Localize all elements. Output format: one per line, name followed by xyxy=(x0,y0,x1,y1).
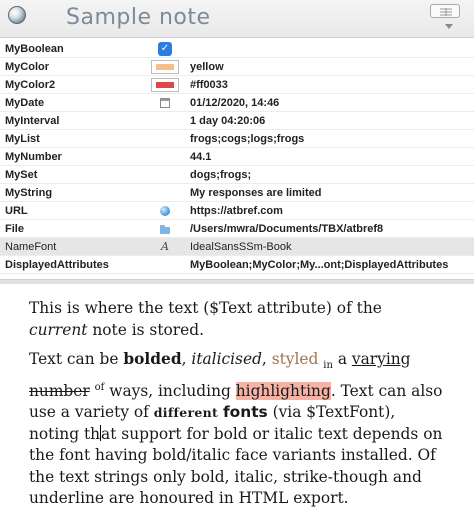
attribute-row[interactable]: MyNumber 44.1 xyxy=(0,148,474,166)
attribute-name: MyColor2 xyxy=(5,79,56,91)
attribute-value[interactable]: https://atbref.com xyxy=(190,205,283,217)
attribute-row[interactable]: MyColor yellow xyxy=(0,58,474,76)
pane-splitter[interactable] xyxy=(0,279,474,284)
chevron-down-icon[interactable] xyxy=(445,24,453,29)
attribute-value[interactable]: 01/12/2020, 14:46 xyxy=(190,97,279,109)
note-text-editor[interactable]: This is where the text ($Text attribute)… xyxy=(29,298,444,513)
attribute-value[interactable]: dogs;frogs; xyxy=(190,169,251,181)
attribute-name: MyList xyxy=(5,133,40,145)
attribute-row[interactable]: URL https://atbref.com xyxy=(0,202,474,220)
globe-icon[interactable] xyxy=(158,204,172,218)
attribute-name: DisplayedAttributes xyxy=(5,259,109,271)
attribute-row[interactable]: MyBoolean ✓ xyxy=(0,40,474,58)
calendar-icon[interactable] xyxy=(158,96,172,110)
attribute-value[interactable]: #ff0033 xyxy=(190,79,228,91)
text-paragraph: Text can be bolded, italicised, styled i… xyxy=(29,350,443,508)
menu-grid-icon xyxy=(440,8,452,16)
attribute-row[interactable]: MyColor2 #ff0033 xyxy=(0,76,474,94)
attribute-value[interactable]: 44.1 xyxy=(190,151,211,163)
color-swatch-icon[interactable] xyxy=(151,60,179,74)
attribute-row[interactable]: MyInterval 1 day 04:20:06 xyxy=(0,112,474,130)
attribute-value[interactable]: 1 day 04:20:06 xyxy=(190,115,265,127)
attribute-row[interactable]: MyList frogs;cogs;logs;frogs xyxy=(0,130,474,148)
attribute-row[interactable]: MyString My responses are limited xyxy=(0,184,474,202)
note-icon[interactable] xyxy=(8,6,26,24)
attribute-value[interactable]: IdealSansSSm-Book xyxy=(190,241,292,253)
color-swatch-icon[interactable] xyxy=(151,78,179,92)
text-paragraph: This is where the text ($Text attribute)… xyxy=(29,299,382,339)
attribute-name: MyBoolean xyxy=(5,43,64,55)
attribute-value[interactable]: /Users/mwra/Documents/TBX/atbref8 xyxy=(190,223,383,235)
attribute-value[interactable]: My responses are limited xyxy=(190,187,321,199)
attribute-value[interactable]: frogs;cogs;logs;frogs xyxy=(190,133,304,145)
attribute-name: MyString xyxy=(5,187,53,199)
font-icon[interactable]: A xyxy=(158,240,172,254)
attribute-name: MyColor xyxy=(5,61,49,73)
note-title[interactable]: Sample note xyxy=(66,5,211,30)
attribute-row[interactable]: File /Users/mwra/Documents/TBX/atbref8 xyxy=(0,220,474,238)
attribute-row[interactable]: MySet dogs;frogs; xyxy=(0,166,474,184)
attribute-row[interactable]: DisplayedAttributes MyBoolean;MyColor;My… xyxy=(0,256,474,274)
attribute-name: MyNumber xyxy=(5,151,62,163)
attribute-value[interactable]: yellow xyxy=(190,61,224,73)
attribute-name: URL xyxy=(5,205,28,217)
attribute-name: NameFont xyxy=(5,241,57,253)
attribute-row[interactable]: MyDate 01/12/2020, 14:46 xyxy=(0,94,474,112)
key-attributes-table: MyBoolean ✓ MyColor yellow MyColor2 #ff0… xyxy=(0,40,474,274)
checkbox-icon[interactable]: ✓ xyxy=(158,42,172,56)
attribute-row-selected[interactable]: NameFont A IdealSansSSm-Book xyxy=(0,238,474,256)
attribute-name: MyDate xyxy=(5,97,45,109)
attribute-name: MyInterval xyxy=(5,115,60,127)
attribute-name: File xyxy=(5,223,24,235)
title-bar: Sample note xyxy=(0,0,474,38)
attribute-value[interactable]: MyBoolean;MyColor;My...ont;DisplayedAttr… xyxy=(190,259,448,271)
folder-icon[interactable] xyxy=(158,222,172,236)
attribute-name: MySet xyxy=(5,169,38,181)
view-menu-button[interactable] xyxy=(430,4,460,18)
